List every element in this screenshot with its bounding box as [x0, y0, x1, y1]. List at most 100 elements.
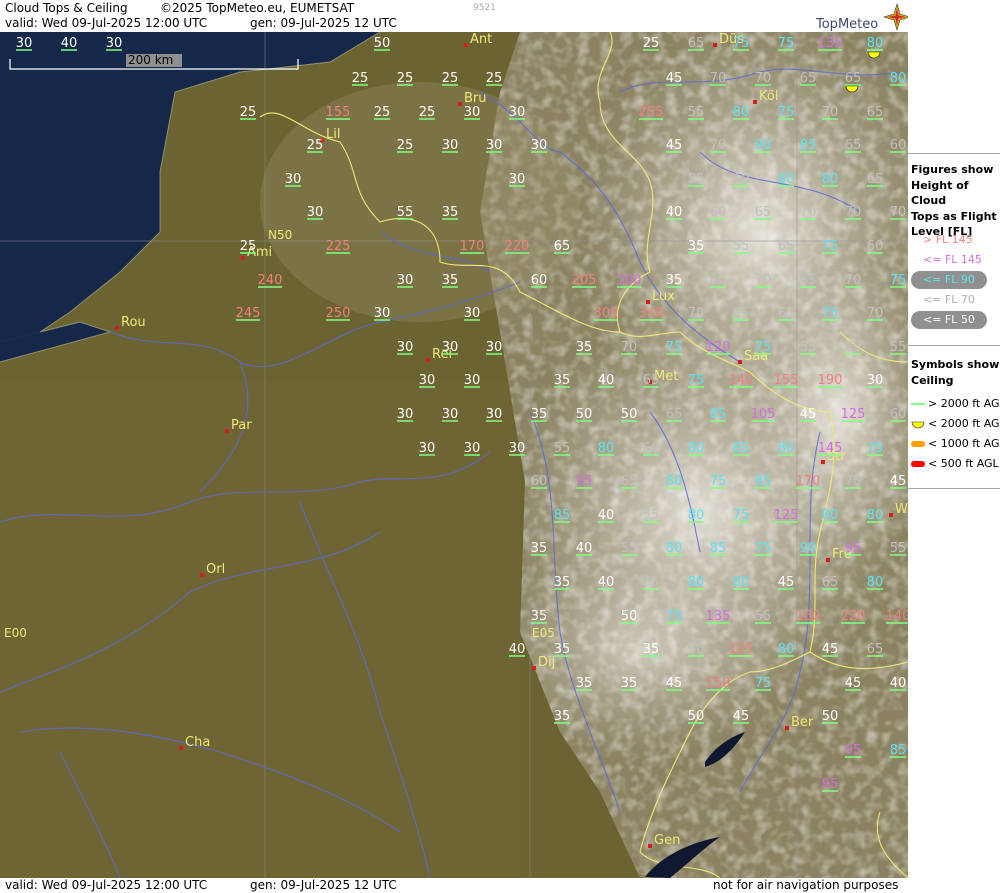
cloud-top-label: 25 — [307, 138, 324, 153]
cloud-top-value: 60 — [890, 138, 907, 153]
cloud-top-value: 85 — [710, 541, 727, 556]
symbol-swatch-icon — [911, 403, 925, 405]
cloud-top-label: 25 — [240, 105, 257, 120]
cloud-top-value: 40 — [576, 541, 593, 556]
cloud-top-label: 75 — [755, 676, 772, 691]
topmeteo-logo[interactable]: TopMeteo — [812, 2, 912, 32]
cloud-top-label: 25 — [486, 71, 503, 86]
city-dot — [532, 666, 536, 670]
symbol-swatch-icon — [911, 421, 925, 429]
cloud-top-label: 40 — [509, 642, 526, 657]
cloud-top-value: 125 — [841, 407, 866, 422]
cloud-top-value: 40 — [598, 575, 615, 590]
cloud-top-value: 70 — [621, 340, 638, 355]
cloud-top-label: 35 — [576, 676, 593, 691]
cloud-top-value: 40 — [598, 373, 615, 388]
cloud-top-value: 150 — [706, 676, 731, 691]
cloud-top-label: 55 — [688, 172, 705, 187]
satellite-map[interactable]: 200 km N50 E00 E05 Ant DüsKölBruLilAmiLux… — [0, 32, 908, 878]
cloud-top-label: 30 — [486, 407, 503, 422]
legend-divider — [908, 345, 1000, 346]
cloud-top-value: 35 — [531, 407, 548, 422]
cloud-top-label: 65 — [822, 575, 839, 590]
cloud-top-label: 35 — [666, 273, 683, 288]
cloud-top-label: 30 — [464, 306, 481, 321]
cloud-top-label: 25 — [397, 71, 414, 86]
cloud-top-value: 65 — [688, 36, 705, 51]
symbols-title-line: Ceiling — [911, 373, 954, 387]
cloud-top-label: 30 — [442, 340, 459, 355]
cloud-top-label: 30 — [106, 36, 123, 51]
cloud-top-value: 35 — [576, 340, 593, 355]
valid-time: valid: Wed 09-Jul-2025 12:00 UTC — [5, 16, 208, 30]
cloud-top-value: 50 — [576, 407, 593, 422]
cloud-top-label: 60 — [733, 172, 750, 187]
cloud-top-value: 30 — [419, 441, 436, 456]
cloud-top-label: 80 — [666, 474, 683, 489]
cloud-top-label: 30 — [486, 138, 503, 153]
cloud-top-value: 30 — [374, 306, 391, 321]
gen-time: gen: 09-Jul-2025 12 UTC — [250, 16, 397, 30]
figures-legend-label: <= FL 50 — [923, 313, 975, 326]
cloud-top-label: 70 — [845, 273, 862, 288]
cloud-top-value: 95 — [845, 541, 862, 556]
cloud-top-label: 140 — [886, 609, 908, 624]
cloud-top-value: 80 — [666, 541, 683, 556]
cloud-top-value: 35 — [621, 676, 638, 691]
cloud-top-label: 75 — [890, 273, 907, 288]
cloud-top-value: 25 — [486, 71, 503, 86]
figures-legend-title: Figures show Height of Cloud Tops as Fli… — [911, 162, 1000, 240]
cloud-top-label: 40 — [576, 541, 593, 556]
cloud-top-label: 85 — [554, 508, 571, 523]
cloud-top-value: 160 — [796, 609, 821, 624]
logo-text: TopMeteo — [816, 17, 879, 32]
cloud-top-value: 75 — [890, 273, 907, 288]
cloud-top-value: 60 — [643, 441, 660, 456]
cloud-top-value: 55 — [890, 340, 907, 355]
cloud-top-value: 35 — [643, 642, 660, 657]
cloud-top-label: 30 — [397, 407, 414, 422]
cloud-top-value: 45 — [666, 71, 683, 86]
cloud-top-value: 45 — [800, 407, 817, 422]
cloud-top-label: 80 — [822, 172, 839, 187]
cloud-top-value: 50 — [822, 709, 839, 724]
cloud-top-value: 205 — [572, 273, 597, 288]
city-dot — [225, 429, 229, 433]
grid-label-e00: E00 — [4, 626, 27, 640]
cloud-top-value: 80 — [822, 508, 839, 523]
cloud-top-label: 145 — [818, 441, 843, 456]
city-label: Köl — [759, 89, 778, 104]
cloud-top-label: 35 — [643, 642, 660, 657]
cloud-top-value: 75 — [755, 541, 772, 556]
city-dot — [426, 358, 430, 362]
cloud-top-label: 95 — [845, 743, 862, 758]
cloud-top-value: 30 — [397, 273, 414, 288]
cloud-top-value: 80 — [822, 172, 839, 187]
cloud-top-label: 55 — [397, 205, 414, 220]
cloud-top-label: 40 — [598, 575, 615, 590]
cloud-top-value: 45 — [666, 676, 683, 691]
cloud-top-label: 45 — [800, 407, 817, 422]
cloud-top-value: 95 — [822, 777, 839, 792]
cloud-top-label: 50 — [621, 407, 638, 422]
cloud-top-label: 65 — [800, 273, 817, 288]
legend-divider — [908, 153, 1000, 154]
cloud-top-label: 75 — [733, 508, 750, 523]
cloud-top-value: 80 — [598, 441, 615, 456]
cloud-top-label: 60 — [710, 205, 727, 220]
cloud-top-label: 40 — [666, 205, 683, 220]
city-label: Cha — [185, 735, 210, 750]
cloud-top-value: 45 — [890, 474, 907, 489]
cloud-top-label: 85 — [733, 441, 750, 456]
symbol-swatch-icon — [911, 461, 925, 467]
cloud-top-label: 80 — [778, 642, 795, 657]
cloud-top-value: 50 — [621, 609, 638, 624]
cloud-top-value: 170 — [460, 239, 485, 254]
cloud-top-value: 65 — [755, 205, 772, 220]
cloud-top-value: 35 — [688, 239, 705, 254]
cloud-top-value: 30 — [531, 138, 548, 153]
cloud-top-value: 155 — [326, 105, 351, 120]
cloud-top-label: 85 — [800, 138, 817, 153]
cloud-top-value: 50 — [374, 36, 391, 51]
cloud-top-value: 30 — [464, 441, 481, 456]
